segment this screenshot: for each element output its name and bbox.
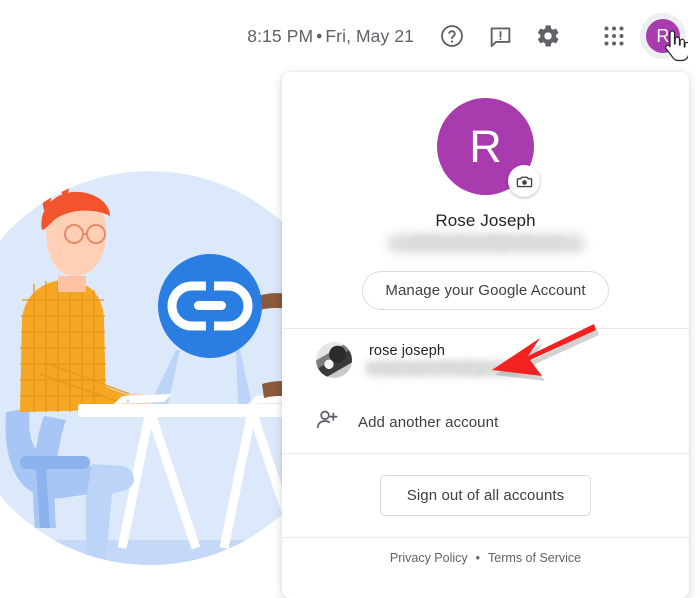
redaction-overlay [365,361,520,376]
manage-google-account-button[interactable]: Manage your Google Account [362,271,608,310]
redaction-overlay [387,234,585,253]
screen: 8:15 PM•Fri, May 21 [0,0,700,598]
person-at-desk-illustration [0,168,300,598]
person-add-icon [315,407,340,437]
footer-separator: • [468,551,488,565]
clock-separator: • [313,26,325,46]
camera-icon[interactable] [508,165,540,197]
other-account-email-redacted: rosejoseph1950@gmail.com [369,360,534,378]
account-popup-card: R Rose Joseph allaboutrose@gmail.com Man… [282,72,689,598]
sign-out-section: Sign out of all accounts [282,454,689,537]
card-footer: Privacy Policy•Terms of Service [282,538,689,565]
top-bar: 8:15 PM•Fri, May 21 [0,0,700,72]
account-avatar-button[interactable]: R [640,13,686,59]
feedback-icon[interactable] [478,14,522,58]
other-account-name: rose joseph [369,343,534,359]
account-email-redacted: allaboutrose@gmail.com [282,233,689,257]
add-another-account-row[interactable]: Add another account [282,391,689,453]
privacy-policy-link[interactable]: Privacy Policy [390,551,468,565]
clock-date: Fri, May 21 [325,26,414,46]
terms-of-service-link[interactable]: Terms of Service [488,551,581,565]
other-account-row[interactable]: rose joseph rosejoseph1950@gmail.com [282,329,689,391]
account-summary: R Rose Joseph allaboutrose@gmail.com Man… [282,72,689,328]
settings-gear-icon[interactable] [526,14,570,58]
avatar-initial: R [646,19,680,53]
apps-grid-icon[interactable] [592,14,636,58]
account-name: Rose Joseph [282,211,689,231]
other-account-texts: rose joseph rosejoseph1950@gmail.com [369,343,534,378]
clock-time: 8:15 PM [247,26,313,46]
sign-out-all-accounts-button[interactable]: Sign out of all accounts [380,475,592,516]
avatar[interactable]: R [437,98,534,195]
clock-display: 8:15 PM•Fri, May 21 [247,26,414,47]
avatar [316,342,352,378]
help-icon[interactable] [430,14,474,58]
add-another-account-label: Add another account [358,414,498,431]
